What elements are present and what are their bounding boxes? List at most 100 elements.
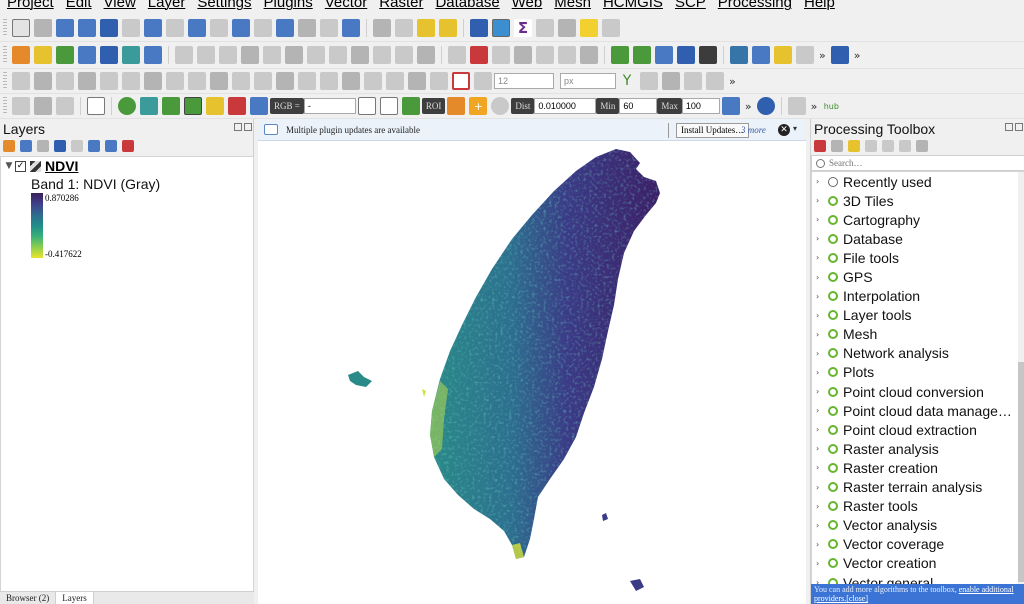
rgb-combobox[interactable]: - (303, 98, 356, 114)
delete-selected-icon[interactable] (307, 46, 325, 64)
deselect-features-icon[interactable] (439, 18, 457, 37)
expand-caret-icon[interactable]: › (816, 368, 826, 377)
new-virtual-layer-icon[interactable] (100, 46, 118, 64)
processing-scrollbar[interactable] (1018, 172, 1024, 584)
processing-search-input[interactable] (829, 158, 1009, 168)
triangle-plugin-icon[interactable] (633, 46, 651, 64)
delete-part-icon[interactable] (210, 72, 228, 90)
zoom-out-icon[interactable] (78, 18, 96, 37)
remove-layer-icon[interactable] (122, 139, 134, 152)
refresh-icon[interactable] (342, 18, 360, 37)
temporal-controller-icon[interactable] (320, 18, 338, 37)
panel-float-icon[interactable] (1005, 123, 1013, 131)
move-feature-icon[interactable] (56, 72, 74, 90)
add-ring-icon[interactable] (122, 72, 140, 90)
cut-features-icon[interactable] (329, 46, 347, 64)
toolbox-plugin-icon[interactable] (774, 46, 792, 64)
edit-features-in-place-icon[interactable] (899, 139, 911, 152)
layer-labeling-icon[interactable] (470, 46, 488, 64)
stroke-unit-select[interactable]: px (560, 73, 616, 89)
proc-item-interpolation[interactable]: › Interpolation (812, 287, 1024, 306)
snapping-icon[interactable] (34, 72, 52, 90)
band-up-icon[interactable] (357, 97, 376, 115)
menu-plugins[interactable]: Plugins (264, 0, 313, 10)
scp-main-icon[interactable] (228, 97, 246, 115)
scripts-icon[interactable] (831, 139, 843, 152)
roi-zoom-icon[interactable] (401, 97, 420, 115)
menu-database[interactable]: Database (435, 0, 499, 10)
change-label-icon[interactable] (580, 46, 598, 64)
panel-close-icon[interactable] (244, 123, 252, 131)
topology-icon[interactable] (640, 72, 658, 90)
label-tool-icon[interactable] (448, 46, 466, 64)
proc-item-cartography[interactable]: › Cartography (812, 210, 1024, 229)
plugin-tool-icon[interactable] (611, 46, 629, 64)
install-updates-button[interactable]: Install Updates… (676, 123, 750, 138)
new-temporary-layer-icon[interactable] (122, 46, 140, 64)
expand-caret-icon[interactable]: › (816, 311, 826, 320)
rotate-label-icon[interactable] (558, 46, 576, 64)
globe-add-icon[interactable] (677, 46, 695, 64)
zoom-extent-plugin-icon[interactable] (184, 97, 202, 115)
copy-plugin-icon[interactable] (787, 97, 806, 115)
new-mesh-layer-icon[interactable] (144, 46, 162, 64)
style-manager-icon[interactable] (3, 139, 15, 152)
expand-caret-icon[interactable]: › (816, 196, 826, 205)
options-wrench-icon[interactable] (916, 139, 928, 152)
toolbar-overflow-icon[interactable]: » (745, 100, 752, 113)
zoom-selection-icon[interactable] (122, 18, 140, 37)
min-spinbox[interactable]: 60 (619, 98, 658, 114)
undo-icon[interactable] (395, 46, 413, 64)
expand-caret-icon[interactable]: › (816, 521, 826, 530)
expand-caret-icon[interactable]: › (816, 559, 826, 568)
layer-visibility-checkbox[interactable]: ✓ (15, 160, 26, 172)
plugin-tree-icon[interactable] (162, 97, 180, 115)
new-3d-view-icon[interactable] (254, 18, 272, 37)
text-annotation-icon[interactable] (602, 18, 620, 37)
menu-help[interactable]: Help (804, 0, 835, 10)
statistics-sigma-icon[interactable]: Σ (514, 18, 532, 37)
more-messages-link[interactable]: 3 more (741, 125, 766, 135)
expand-caret-icon[interactable]: › (816, 540, 826, 549)
new-shapefile-icon[interactable] (56, 46, 74, 64)
expand-caret-icon[interactable]: › (816, 406, 826, 415)
collapse-caret-icon[interactable]: ▼ (3, 161, 15, 171)
split-parts-icon[interactable] (298, 72, 316, 90)
layer-row-ndvi[interactable]: ▼ ✓ NDVI (1, 157, 253, 175)
toolbar-grip[interactable] (3, 97, 7, 115)
proc-item-3d-tiles[interactable]: › 3D Tiles (812, 191, 1024, 210)
new-geopackage-icon[interactable] (34, 46, 52, 64)
plugin-manager-icon[interactable] (752, 46, 770, 64)
add-group-icon[interactable] (20, 139, 32, 152)
proc-item-vector-analysis[interactable]: › Vector analysis (812, 516, 1024, 535)
proc-item-raster-tools[interactable]: › Raster tools (812, 497, 1024, 516)
expand-caret-icon[interactable]: › (816, 215, 826, 224)
expand-all-icon[interactable] (88, 139, 100, 152)
roi-draw-icon[interactable] (447, 97, 466, 115)
fill-ring-icon[interactable] (166, 72, 184, 90)
toolbar-overflow-icon[interactable]: » (811, 100, 818, 113)
spatial-bookmark-icon[interactable] (276, 18, 294, 37)
add-part-icon[interactable] (144, 72, 162, 90)
expand-caret-icon[interactable]: › (816, 463, 826, 472)
hub-icon[interactable]: hub (822, 97, 840, 115)
proc-item-plots[interactable]: › Plots (812, 363, 1024, 382)
proc-item-network-analysis[interactable]: › Network analysis (812, 344, 1024, 363)
zoom-last-icon[interactable] (188, 18, 206, 37)
georeferencer-icon[interactable] (12, 97, 30, 115)
new-map-view-icon[interactable] (232, 18, 250, 37)
toolbar-grip[interactable] (3, 72, 7, 90)
scp-zoom-icon[interactable] (250, 97, 268, 115)
shield-plugin-icon[interactable] (87, 97, 105, 115)
earth-engine-icon[interactable] (699, 46, 717, 64)
region-grow-icon[interactable] (721, 97, 740, 115)
identify-features-icon[interactable] (470, 18, 488, 37)
menu-settings[interactable]: Settings (197, 0, 251, 10)
map-canvas[interactable]: Multiple plugin updates are available In… (258, 119, 806, 604)
globe-plugin-icon[interactable] (655, 46, 673, 64)
advanced-digitize-icon[interactable] (12, 72, 30, 90)
split-features-icon[interactable] (276, 72, 294, 90)
select-features-icon[interactable] (373, 18, 391, 37)
help-icon[interactable] (830, 46, 849, 64)
proc-item-layer-tools[interactable]: › Layer tools (812, 306, 1024, 325)
